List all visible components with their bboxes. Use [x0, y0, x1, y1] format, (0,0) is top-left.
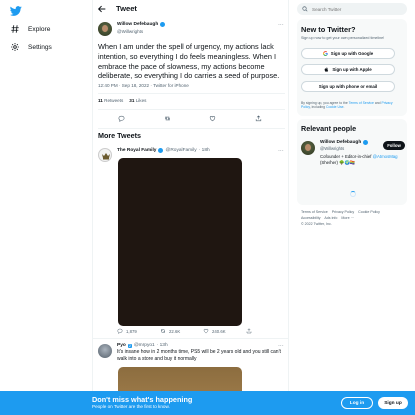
reply-icon[interactable]	[118, 115, 125, 122]
retweet-icon[interactable]	[164, 115, 171, 122]
tweet-media[interactable]	[118, 158, 242, 326]
verified-badge-icon	[158, 148, 164, 153]
card-text: It's insane how in 2 months time, PS5 wi…	[117, 349, 281, 362]
main-column: Tweet Willow Defebaugh @Willwrights ··· …	[92, 0, 289, 415]
follow-button[interactable]: Follow	[383, 141, 405, 150]
nav-item-explore[interactable]: Explore	[10, 23, 50, 35]
divider	[98, 93, 285, 94]
author-name: Willow Defebaugh	[117, 22, 159, 27]
avatar[interactable]	[98, 148, 112, 162]
card-author-handle[interactable]: @RoyalFamily	[165, 148, 196, 153]
footer-link[interactable]: Accessibility	[301, 216, 321, 220]
nav-settings-label: Settings	[28, 43, 52, 51]
tweet-author[interactable]: Willow Defebaugh	[117, 22, 166, 27]
apple-icon	[324, 67, 329, 72]
retweets-stat[interactable]: 11 Retweets	[98, 98, 123, 103]
page-title: Tweet	[116, 4, 137, 13]
card-actions: 1,879 22.6K 240.6K	[117, 328, 288, 334]
tweet-card[interactable]: The Royal Family @RoyalFamily · 18h ··· …	[93, 144, 288, 341]
search-bar[interactable]	[297, 3, 407, 15]
share-action[interactable]	[246, 328, 288, 334]
relevant-person-name[interactable]: Willow Defebaugh	[320, 140, 369, 145]
left-navigation: Explore Settings	[0, 0, 92, 415]
card-badge: 2	[127, 343, 132, 348]
footer-link[interactable]: Privacy Policy	[332, 210, 354, 214]
twitter-logo-icon[interactable]	[10, 5, 22, 17]
card-header: The Royal Family @RoyalFamily · 18h	[117, 148, 210, 153]
back-arrow-icon[interactable]	[97, 4, 107, 14]
panel-subtitle: Sign up now to get your own personalized…	[301, 36, 385, 40]
reply-icon	[117, 328, 123, 334]
like-icon[interactable]	[209, 115, 216, 122]
signup-terms: By signing up, you agree to the Terms of…	[301, 101, 393, 110]
gear-icon	[10, 42, 20, 52]
google-button-label: Sign up with Google	[330, 51, 374, 56]
copyright: © 2022 Twitter, Inc.	[301, 221, 332, 226]
retweet-action[interactable]: 22.6K	[160, 328, 203, 334]
card-author-handle[interactable]: @mrpyo1	[134, 343, 155, 348]
apple-button-label: Sign up with Apple	[332, 67, 372, 72]
panel-title: Relevant people	[301, 124, 357, 133]
card-header: Pyo 2 @mrpyo1 · 13h	[117, 343, 168, 348]
new-to-twitter-panel: New to Twitter? Sign up now to get your …	[297, 19, 407, 116]
tweet-text: When I am under the spell of urgency, my…	[98, 42, 280, 81]
nav-item-settings[interactable]: Settings	[10, 41, 52, 53]
panel-title: New to Twitter?	[301, 25, 356, 34]
footer-link[interactable]: More ···	[341, 216, 354, 220]
loading-spinner-icon	[350, 191, 356, 197]
tweet-actions	[93, 115, 288, 125]
login-button[interactable]: Log in	[341, 397, 373, 409]
avatar[interactable]	[98, 344, 112, 358]
avatar[interactable]	[98, 22, 112, 36]
terms-link[interactable]: Terms of Service	[349, 101, 374, 105]
like-action[interactable]: 240.6K	[203, 328, 246, 334]
search-icon	[302, 6, 308, 12]
retweet-icon	[160, 329, 166, 333]
signup-google-button[interactable]: Sign up with Google	[301, 48, 395, 59]
tweet-stats: 11 Retweets 31 Likes	[98, 98, 146, 103]
card-author-name[interactable]: Pyo	[117, 343, 126, 348]
like-icon	[203, 328, 209, 334]
bio-mention-link[interactable]: @AtmosMag	[373, 154, 398, 159]
footer-link[interactable]: Ads info	[324, 216, 337, 220]
share-icon	[246, 328, 252, 334]
more-tweets-heading: More Tweets	[98, 131, 142, 140]
likes-stat[interactable]: 31 Likes	[129, 98, 146, 103]
bottom-bar-subtitle: People on Twitter are the first to know.	[92, 404, 170, 409]
divider	[98, 109, 285, 110]
right-sidebar: New to Twitter? Sign up now to get your …	[289, 0, 415, 415]
google-icon	[322, 51, 328, 56]
relevant-person-bio: Cofounder + Editor-in-chief @AtmosMag (S…	[320, 154, 398, 165]
nav-explore-label: Explore	[28, 25, 51, 33]
top-bar: Tweet	[93, 0, 288, 18]
bottom-bar-title: Don't miss what's happening	[92, 395, 193, 404]
footer-link[interactable]: Terms of Service	[301, 210, 328, 214]
hashtag-icon	[10, 24, 20, 34]
verified-badge-icon	[160, 22, 166, 27]
verified-badge-icon	[363, 140, 369, 145]
more-options-icon[interactable]: ···	[278, 148, 284, 154]
avatar[interactable]	[301, 141, 315, 155]
cookie-link[interactable]: Cookie Use	[326, 105, 344, 109]
relevant-person-handle[interactable]: @Willwrights	[320, 146, 344, 151]
phone-button-label: Sign up with phone or email	[318, 84, 378, 89]
reply-action[interactable]: 1,879	[117, 328, 160, 334]
search-input[interactable]	[312, 6, 402, 12]
signup-prompt-bar: Don't miss what's happening People on Tw…	[0, 391, 415, 415]
card-author-name[interactable]: The Royal Family	[117, 148, 156, 153]
tweet-meta[interactable]: 12:40 PM · Sep 18, 2022 · Twitter for iP…	[98, 83, 189, 88]
footer-links: Terms of Service Privacy Policy Cookie P…	[301, 210, 405, 227]
signup-phone-email-button[interactable]: Sign up with phone or email	[301, 81, 395, 92]
card-time[interactable]: · 13h	[157, 343, 168, 348]
card-time[interactable]: · 18h	[199, 148, 210, 153]
more-options-icon[interactable]: ···	[278, 22, 284, 28]
divider	[98, 128, 285, 129]
signup-button[interactable]: Sign up	[378, 397, 408, 409]
footer-link[interactable]: Cookie Policy	[358, 210, 380, 214]
share-icon[interactable]	[255, 115, 262, 122]
signup-apple-button[interactable]: Sign up with Apple	[301, 64, 395, 75]
divider	[93, 338, 288, 339]
author-handle[interactable]: @Willwrights	[117, 29, 143, 34]
